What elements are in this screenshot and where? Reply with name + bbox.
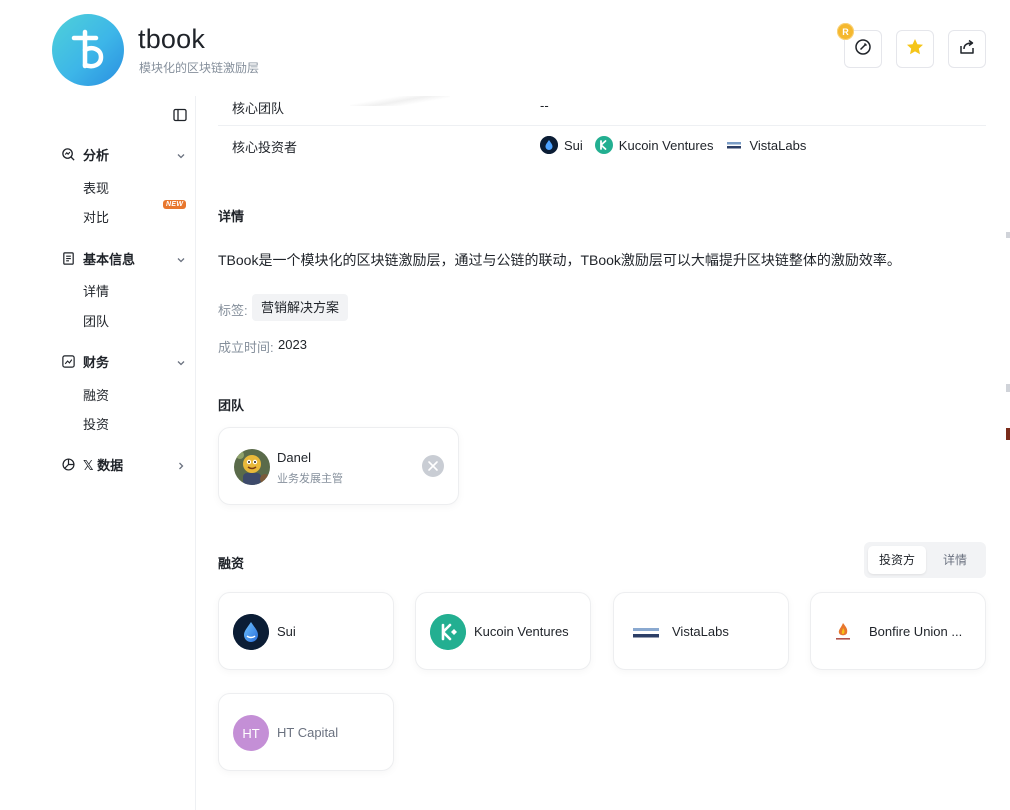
sidebar-item-details[interactable]: 详情 <box>83 281 109 300</box>
core-investor-vistalabs[interactable]: VistaLabs <box>725 136 806 154</box>
investor-card-sui[interactable]: Sui <box>218 592 394 670</box>
analysis-icon <box>60 146 76 162</box>
tab-investors[interactable]: 投资方 <box>868 546 926 574</box>
investor-card-kucoin[interactable]: Kucoin Ventures <box>415 592 591 670</box>
kucoin-logo-icon <box>594 136 613 154</box>
nav-group-x-data[interactable]: 𝕏 数据 <box>60 453 190 475</box>
finance-chart-icon <box>60 353 76 369</box>
nav-group-label: 财务 <box>83 354 110 370</box>
kucoin-logo-icon <box>430 614 466 650</box>
share-button[interactable] <box>948 30 986 68</box>
info-doc-icon <box>60 250 76 266</box>
tag-chip[interactable]: 营销解决方案 <box>252 294 349 321</box>
pie-chart-icon <box>60 456 76 472</box>
sidebar-item-team[interactable]: 团队 <box>83 311 109 330</box>
edge-fragment <box>1006 428 1010 440</box>
team-member-role: 业务发展主管 <box>277 473 343 485</box>
ht-initials-avatar: HT <box>233 715 269 751</box>
investor-card-vistalabs[interactable]: VistaLabs <box>613 592 789 670</box>
sidebar-item-investments[interactable]: 投资 <box>83 414 109 433</box>
core-investor-name: VistaLabs <box>749 137 807 153</box>
sui-logo-icon <box>233 614 269 650</box>
nav-group-label: 基本信息 <box>83 251 136 267</box>
core-investors-label: 核心投资者 <box>232 140 298 155</box>
sui-logo-icon <box>540 136 558 154</box>
share-icon <box>958 38 976 61</box>
favorite-button[interactable] <box>896 30 934 68</box>
sidebar-item-performance[interactable]: 表现 <box>83 178 109 197</box>
core-team-value: -- <box>540 98 549 113</box>
project-title: tbook <box>138 24 206 54</box>
tags-label: 标签: <box>218 303 248 318</box>
project-description: TBook是一个模块化的区块链激励层，通过与公链的联动，TBook激励层可以大幅… <box>218 252 901 268</box>
investor-name: Sui <box>277 624 296 639</box>
nav-group-label: 𝕏 数据 <box>83 457 124 473</box>
investor-name: VistaLabs <box>672 624 729 639</box>
avatar <box>234 449 270 485</box>
investor-name: Kucoin Ventures <box>474 624 569 639</box>
sidebar-item-compare[interactable]: 对比 <box>83 207 109 226</box>
star-icon <box>905 37 925 62</box>
core-investor-kucoin[interactable]: Kucoin Ventures <box>594 136 714 154</box>
core-team-row: 核心团队 -- <box>218 88 986 128</box>
funding-view-toggle: 投资方 详情 <box>864 542 986 578</box>
funding-section-title: 融资 <box>218 556 245 571</box>
investor-name: Bonfire Union ... <box>869 624 963 639</box>
edge-fragment <box>1006 232 1010 238</box>
tbook-logo <box>52 14 124 86</box>
nav-group-basic-info[interactable]: 基本信息 <box>60 247 190 269</box>
sidebar-collapse-icon[interactable] <box>172 107 188 128</box>
reward-badge: R <box>837 23 854 40</box>
founded-label: 成立时间: <box>218 340 274 355</box>
details-section-title: 详情 <box>218 209 245 224</box>
investor-card-bonfire[interactable]: Bonfire Union ... <box>810 592 986 670</box>
edge-fragment <box>1006 384 1010 392</box>
core-team-label: 核心团队 <box>232 101 285 116</box>
sidebar-divider <box>195 96 196 810</box>
chevron-down-icon <box>176 355 186 373</box>
core-investor-name: Kucoin Ventures <box>618 137 714 153</box>
founded-value: 2023 <box>278 337 307 352</box>
nav-group-analysis[interactable]: 分析 <box>60 143 190 165</box>
new-badge: NEW <box>163 200 187 209</box>
bonfire-logo-icon <box>825 614 861 650</box>
nav-group-finance[interactable]: 财务 <box>60 350 190 372</box>
chevron-down-icon <box>176 148 186 166</box>
team-member-card[interactable]: Danel 业务发展主管 <box>218 427 459 505</box>
chevron-right-icon <box>176 458 186 476</box>
team-section-title: 团队 <box>218 398 245 413</box>
chevron-down-icon <box>176 252 186 270</box>
investor-name: HT Capital <box>277 725 339 740</box>
team-member-name: Danel <box>277 450 311 465</box>
core-investors-list: Sui Kucoin Ventures VistaLabs <box>540 136 818 154</box>
edit-icon <box>854 38 872 61</box>
core-investor-name: Sui <box>564 137 583 153</box>
vistalabs-logo-icon <box>725 136 743 154</box>
x-social-icon[interactable] <box>422 455 444 477</box>
vistalabs-logo-icon <box>628 614 664 650</box>
investor-card-ht-capital[interactable]: HT HT Capital <box>218 693 394 771</box>
project-subtitle: 模块化的区块链激励层 <box>139 61 260 75</box>
core-investor-sui[interactable]: Sui <box>540 136 583 154</box>
tab-details[interactable]: 详情 <box>926 546 984 574</box>
nav-group-label: 分析 <box>83 147 110 163</box>
sidebar-item-fundraising[interactable]: 融资 <box>83 385 109 404</box>
